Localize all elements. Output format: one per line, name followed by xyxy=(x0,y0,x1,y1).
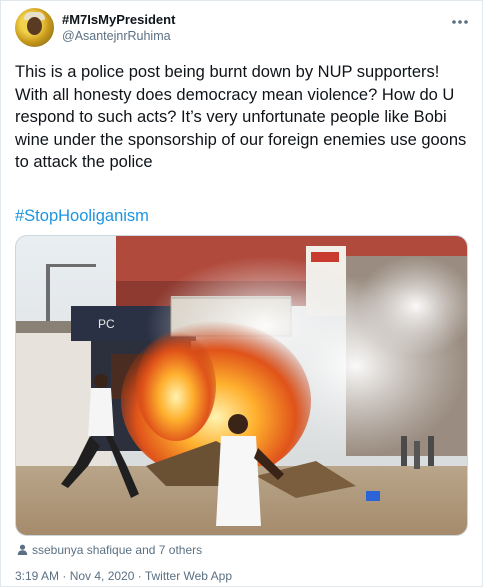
liked-by-row[interactable]: ssebunya shafique and 7 others xyxy=(17,542,202,559)
person-icon xyxy=(17,543,28,559)
tweet-card: #M7IsMyPresident @AsantejnrRuhima This i… xyxy=(0,0,483,587)
avatar[interactable] xyxy=(15,8,54,47)
author-names: #M7IsMyPresident @AsantejnrRuhima xyxy=(62,12,175,44)
kiosk-sign-text: PC xyxy=(98,317,115,331)
author-display-name[interactable]: #M7IsMyPresident xyxy=(62,12,175,28)
tweet-text: This is a police post being burnt down b… xyxy=(15,63,467,171)
tweet-photo[interactable]: PC xyxy=(15,235,468,536)
tweet-timestamp[interactable]: 3:19 AM · Nov 4, 2020 · Twitter Web App xyxy=(15,568,232,584)
burning-police-post-image: PC xyxy=(16,236,467,535)
author-handle[interactable]: @AsantejnrRuhima xyxy=(62,28,175,44)
tweet-header: #M7IsMyPresident @AsantejnrRuhima xyxy=(15,8,472,48)
hashtag-link[interactable]: #StopHooliganism xyxy=(15,205,149,228)
avatar-face-shape xyxy=(27,17,42,35)
more-dots-glyph xyxy=(452,20,468,24)
more-horizontal-icon[interactable] xyxy=(452,12,468,28)
liked-by-text: ssebunya shafique and 7 others xyxy=(32,543,203,557)
